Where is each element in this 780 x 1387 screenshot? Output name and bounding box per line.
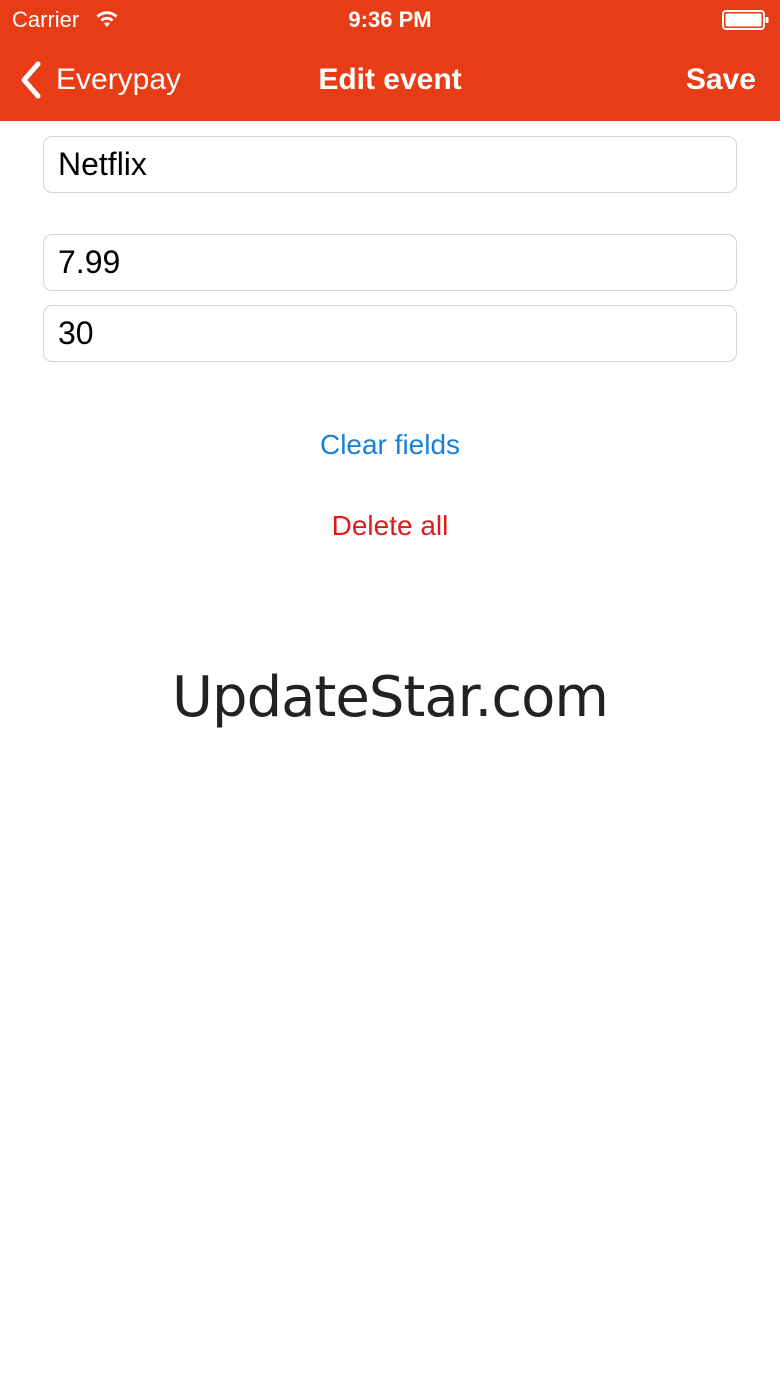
navigation-bar: Everypay Edit event Save [0,40,780,121]
watermark: UpdateStar.com [172,665,609,730]
page-title: Edit event [318,63,462,96]
status-time: 9:36 PM [348,7,432,32]
save-button[interactable]: Save [686,60,756,100]
days-input[interactable] [43,305,737,362]
battery-icon [722,10,769,30]
amount-input[interactable] [43,234,737,291]
event-name-input[interactable] [43,136,737,193]
delete-all-button[interactable]: Delete all [0,508,780,544]
top-bar: Carrier 9:36 PM Everypay Edit event Save [0,0,780,121]
clear-fields-button[interactable]: Clear fields [0,427,780,463]
status-bar: Carrier 9:36 PM [0,0,780,40]
